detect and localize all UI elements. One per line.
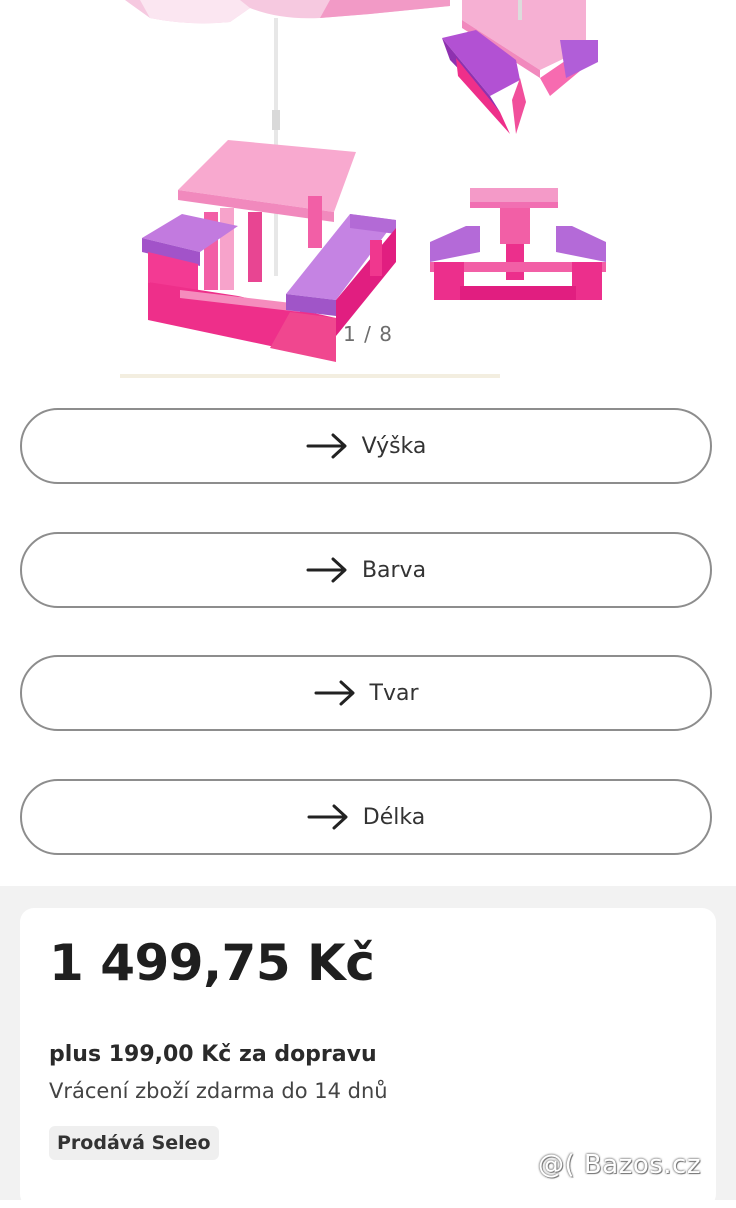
option-label: Délka (362, 804, 426, 830)
arrow-right-icon (306, 433, 347, 459)
product-image-gallery[interactable]: 1 / 8 (0, 0, 736, 380)
image-counter: 1 / 8 (343, 322, 393, 346)
option-label: Tvar (369, 680, 419, 706)
option-button-tvar[interactable]: Tvar (20, 655, 712, 731)
bazos-watermark: @( Bazos.cz (538, 1150, 701, 1180)
seller-badge[interactable]: Prodává Seleo (49, 1126, 219, 1160)
arrow-right-icon (307, 804, 348, 830)
option-button-vyska[interactable]: Výška (20, 408, 712, 484)
option-label: Barva (361, 557, 427, 583)
option-label: Výška (361, 433, 427, 459)
returns-info: Vrácení zboží zdarma do 14 dnů (49, 1079, 388, 1103)
shipping-cost: plus 199,00 Kč za dopravu (49, 1042, 377, 1067)
price: 1 499,75 Kč (49, 934, 375, 992)
arrow-right-icon (306, 557, 347, 583)
option-button-barva[interactable]: Barva (20, 532, 712, 608)
arrow-right-icon (314, 680, 354, 706)
option-button-delka[interactable]: Délka (20, 779, 712, 855)
